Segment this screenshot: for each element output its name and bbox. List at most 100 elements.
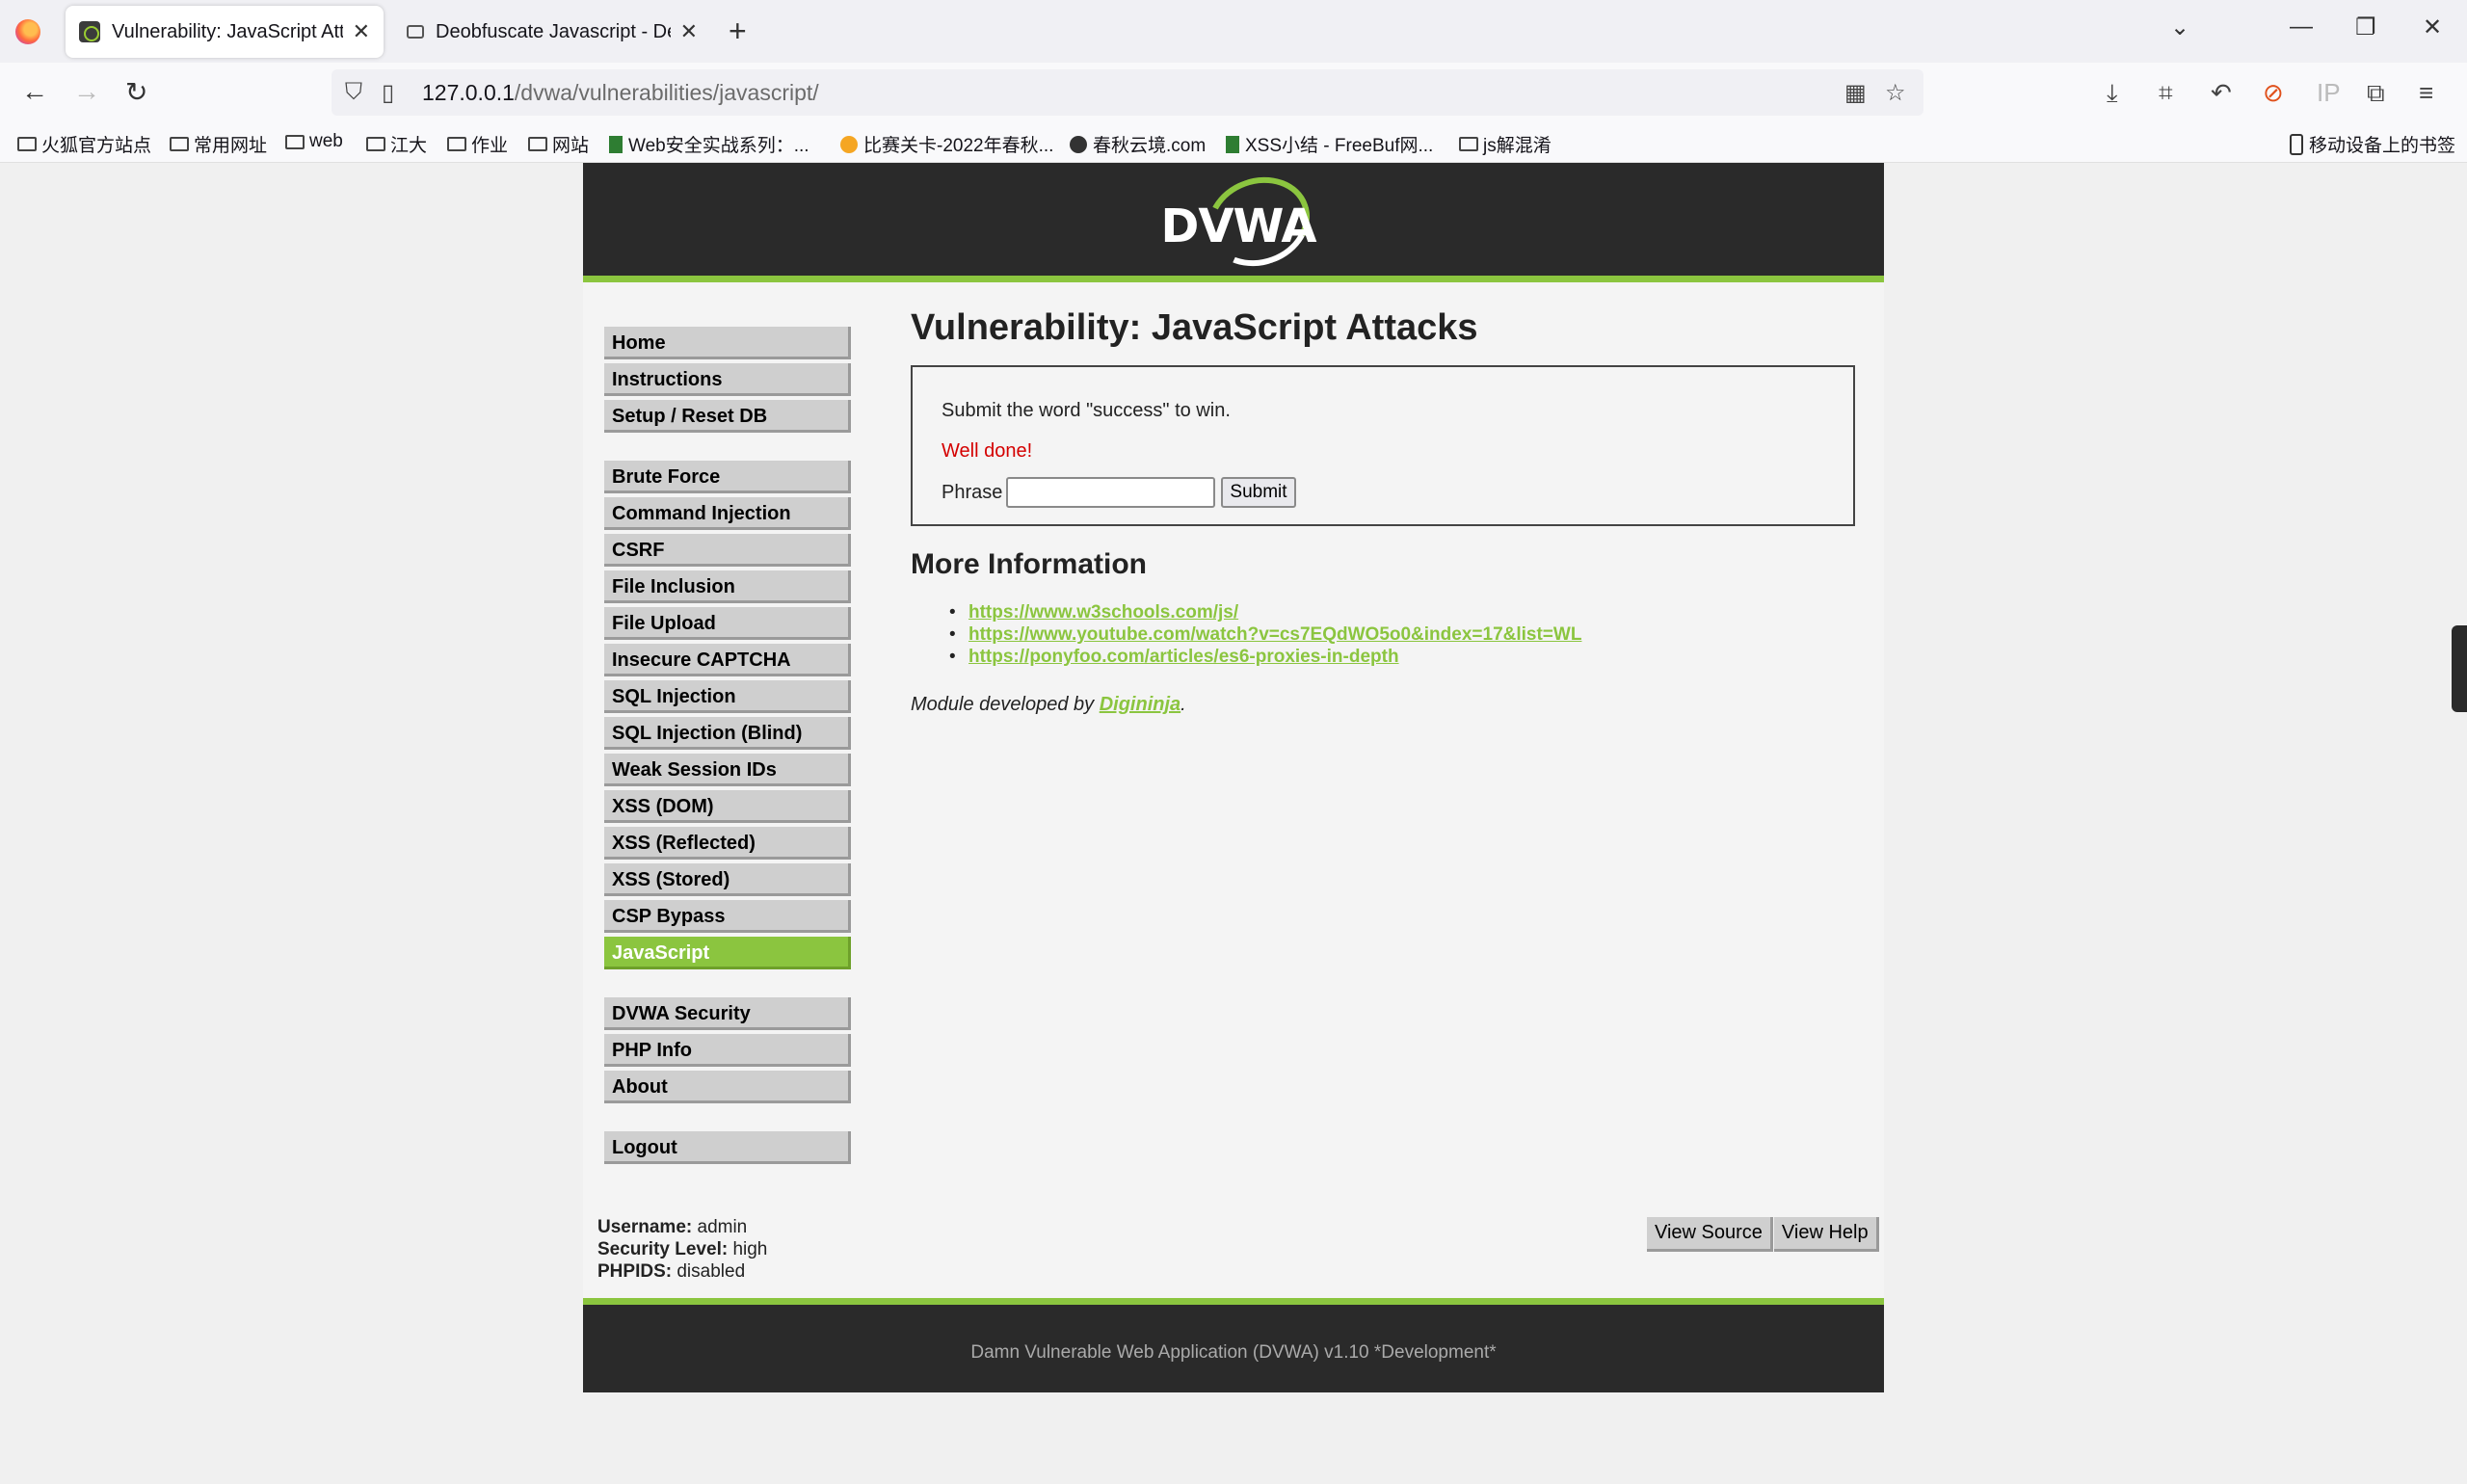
- bookmark-label: Web安全实战系列：...: [628, 136, 809, 156]
- new-tab-button[interactable]: +: [729, 13, 747, 49]
- close-window-button[interactable]: ✕: [2423, 13, 2442, 41]
- menu-item-home[interactable]: Home: [604, 327, 851, 359]
- back-icon[interactable]: ←: [21, 76, 48, 107]
- list-all-tabs-button[interactable]: ⌄: [2170, 13, 2189, 41]
- minimize-button[interactable]: —: [2290, 13, 2313, 40]
- site-icon: [1070, 135, 1087, 153]
- success-message: Well done!: [942, 440, 1033, 462]
- reference-link[interactable]: https://www.w3schools.com/js/: [968, 602, 1238, 623]
- folder-icon: [528, 137, 547, 151]
- security-level-value: high: [732, 1239, 768, 1259]
- undo-icon[interactable]: ↶: [2211, 78, 2232, 108]
- tab-deobfuscate[interactable]: Deobfuscate Javascript - Deo ✕: [393, 6, 711, 58]
- menu-item-logout[interactable]: Logout: [604, 1131, 851, 1164]
- menu-item-file-inclusion[interactable]: File Inclusion: [604, 570, 851, 603]
- close-tab-icon[interactable]: ✕: [353, 19, 370, 44]
- bookmark-folder[interactable]: 作业: [447, 131, 508, 157]
- bookmark-label: 比赛关卡-2022年春秋...: [863, 136, 1054, 156]
- menu-item-about[interactable]: About: [604, 1071, 851, 1103]
- tab-title: Vulnerability: JavaScript Attac: [112, 20, 343, 42]
- bookmark-label: 移动设备上的书签: [2309, 136, 2456, 156]
- close-tab-icon[interactable]: ✕: [680, 19, 698, 44]
- qr-code-icon[interactable]: ▦: [1844, 79, 1867, 107]
- menu-item-xss-dom[interactable]: XSS (DOM): [604, 790, 851, 823]
- ip-icon[interactable]: IP: [2317, 78, 2341, 108]
- bookmark-label: 江大: [390, 136, 428, 156]
- address-bar[interactable]: ⛉ ▯ 127.0.0.1/dvwa/vulnerabilities/javas…: [332, 69, 1923, 116]
- menu-item-dvwa-security[interactable]: DVWA Security: [604, 997, 851, 1030]
- menu-item-javascript[interactable]: JavaScript: [604, 937, 851, 969]
- bookmark-label: 火狐官方站点: [41, 136, 152, 156]
- menu-item-xss-stored[interactable]: XSS (Stored): [604, 863, 851, 896]
- page-title: Vulnerability: JavaScript Attacks: [911, 307, 1478, 348]
- menu-icon[interactable]: ≡: [2419, 78, 2433, 108]
- more-information-heading: More Information: [911, 548, 1147, 580]
- bookmark-folder[interactable]: 火狐官方站点: [17, 131, 151, 157]
- menu-item-sql-injection[interactable]: SQL Injection: [604, 680, 851, 713]
- menu-item-command-injection[interactable]: Command Injection: [604, 497, 851, 530]
- shield-icon[interactable]: ⛉: [345, 79, 362, 106]
- reference-link[interactable]: https://ponyfoo.com/articles/es6-proxies…: [968, 647, 1399, 667]
- tab-title: Deobfuscate Javascript - Deo: [436, 20, 671, 42]
- menu-item-csp-bypass[interactable]: CSP Bypass: [604, 900, 851, 933]
- bookmark-label: 春秋云境.com: [1093, 136, 1207, 156]
- bookmark-link[interactable]: 比赛关卡-2022年春秋...: [840, 131, 1053, 157]
- menu-item-sql-injection-blind[interactable]: SQL Injection (Blind): [604, 717, 851, 750]
- menu-item-xss-reflected[interactable]: XSS (Reflected): [604, 827, 851, 860]
- downloads-icon[interactable]: ⤓: [2107, 78, 2118, 109]
- page-viewport: DVWA Home Instructions Setup / Reset DB …: [0, 163, 2467, 1484]
- list-item: https://ponyfoo.com/articles/es6-proxies…: [949, 646, 1581, 668]
- bookmark-folder[interactable]: web: [285, 131, 343, 152]
- list-item: https://www.w3schools.com/js/: [949, 601, 1581, 623]
- bookmark-link[interactable]: XSS小结 - FreeBuf网...: [1226, 131, 1433, 157]
- menu-item-setup[interactable]: Setup / Reset DB: [604, 400, 851, 433]
- extensions-icon[interactable]: ⧉: [2367, 78, 2385, 109]
- credit-suffix: .: [1180, 694, 1186, 715]
- bookmark-link[interactable]: Web安全实战系列：...: [609, 131, 809, 157]
- footer-text: Damn Vulnerable Web Application (DVWA) v…: [970, 1342, 1497, 1363]
- view-buttons: View Source View Help: [1647, 1217, 1880, 1252]
- url-path: /dvwa/vulnerabilities/javascript/: [514, 80, 819, 105]
- url-text[interactable]: 127.0.0.1/dvwa/vulnerabilities/javascrip…: [422, 80, 819, 106]
- reload-icon[interactable]: ↻: [125, 76, 147, 108]
- restore-button[interactable]: ❐: [2355, 13, 2376, 41]
- folder-icon: [447, 137, 466, 151]
- menu-item-weak-session-ids[interactable]: Weak Session IDs: [604, 754, 851, 786]
- bookmark-star-icon[interactable]: ☆: [1885, 79, 1906, 107]
- firefox-icon[interactable]: [15, 19, 40, 44]
- bookmark-folder[interactable]: 网站: [528, 131, 589, 157]
- folder-icon: [285, 134, 305, 149]
- bookmark-folder[interactable]: js解混淆: [1459, 131, 1552, 157]
- submit-button[interactable]: Submit: [1221, 477, 1296, 508]
- view-help-button[interactable]: View Help: [1773, 1217, 1879, 1252]
- username-label: Username:: [597, 1217, 693, 1237]
- menu-item-instructions[interactable]: Instructions: [604, 363, 851, 396]
- mobile-bookmarks[interactable]: 移动设备上的书签: [2290, 131, 2455, 157]
- username-value: admin: [697, 1217, 748, 1237]
- menu-item-php-info[interactable]: PHP Info: [604, 1034, 851, 1067]
- menu-item-insecure-captcha[interactable]: Insecure CAPTCHA: [604, 644, 851, 676]
- bookmark-folder[interactable]: 江大: [366, 131, 427, 157]
- bookmark-folder[interactable]: 常用网址: [170, 131, 267, 157]
- page-info-icon[interactable]: ▯: [382, 79, 394, 107]
- browser-tabstrip: Vulnerability: JavaScript Attac ✕ Deobfu…: [0, 0, 2467, 63]
- sidebar-handle[interactable]: [2452, 625, 2467, 712]
- username-row: Username: admin: [597, 1216, 767, 1238]
- blocker-icon[interactable]: ⊘: [2263, 78, 2284, 108]
- phrase-label: Phrase: [942, 482, 1003, 503]
- bookmark-label: web: [309, 131, 343, 151]
- author-link[interactable]: Digininja: [1100, 694, 1180, 715]
- reference-link[interactable]: https://www.youtube.com/watch?v=cs7EQdWO…: [968, 624, 1581, 645]
- phrase-input[interactable]: [1006, 477, 1215, 508]
- site-icon: [1226, 135, 1239, 153]
- menu-item-file-upload[interactable]: File Upload: [604, 607, 851, 640]
- view-source-button[interactable]: View Source: [1647, 1217, 1773, 1252]
- tab-javascript-attacks[interactable]: Vulnerability: JavaScript Attac ✕: [66, 6, 384, 58]
- menu-item-brute-force[interactable]: Brute Force: [604, 461, 851, 493]
- screenshot-icon[interactable]: ⌗: [2159, 78, 2173, 109]
- forward-icon[interactable]: →: [73, 76, 100, 107]
- logo-text: DVWA: [1160, 199, 1317, 253]
- bookmark-link[interactable]: 春秋云境.com: [1070, 131, 1206, 157]
- dvwa-container: DVWA Home Instructions Setup / Reset DB …: [583, 163, 1884, 1392]
- menu-item-csrf[interactable]: CSRF: [604, 534, 851, 567]
